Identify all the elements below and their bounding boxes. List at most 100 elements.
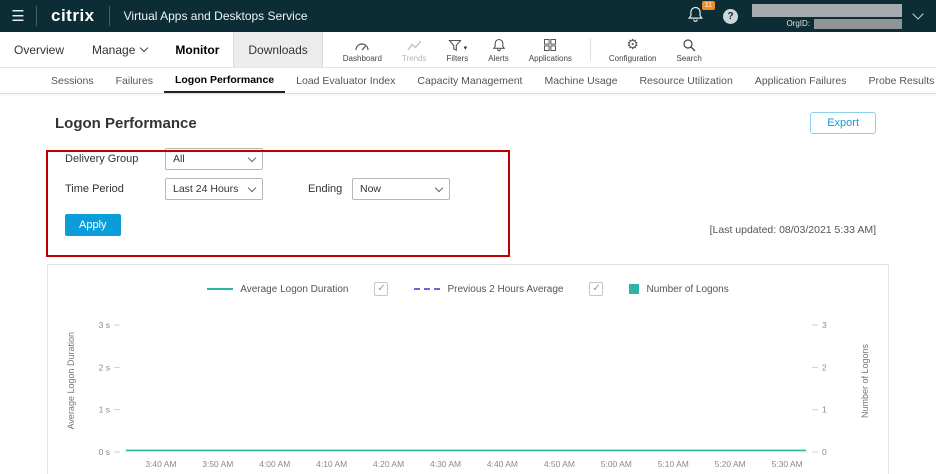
nav-tools: Dashboard Trends ▾ Filters Alerts [333,32,712,67]
chart-legend: Average Logon Duration ✓ Previous 2 Hour… [64,277,872,301]
hamburger-menu-icon[interactable]: ☰ [0,7,36,25]
chevron-down-icon[interactable] [912,8,923,19]
time-period-row: Time Period Last 24 Hours Ending Now [65,174,889,204]
nav-item-overview[interactable]: Overview [0,32,78,67]
chart-card: Average Logon Duration ✓ Previous 2 Hour… [47,264,889,474]
svg-text:4:00 AM: 4:00 AM [259,459,290,469]
tool-applications[interactable]: Applications [519,32,582,67]
subnav-item-machine-usage[interactable]: Machine Usage [533,68,628,93]
notifications-button[interactable]: 11 [687,5,713,27]
svg-text:4:40 AM: 4:40 AM [487,459,518,469]
time-period-value: Last 24 Hours [173,183,238,195]
svg-text:5:20 AM: 5:20 AM [715,459,746,469]
right-axis-title: Number of Logons [860,307,870,455]
svg-text:4:10 AM: 4:10 AM [316,459,347,469]
ending-label: Ending [308,183,352,195]
tool-configuration[interactable]: ⚙ Configuration [599,32,667,67]
svg-text:3 s: 3 s [99,320,110,330]
delivery-group-row: Delivery Group All [65,144,889,174]
legend-checkbox-average-logon-duration[interactable]: ✓ [374,282,388,296]
subnav-item-sessions[interactable]: Sessions [40,68,105,93]
chevron-down-icon [248,153,256,161]
subnav-item-capacity-management[interactable]: Capacity Management [406,68,533,93]
subnav-item-resource-utilization[interactable]: Resource Utilization [628,68,743,93]
tool-search[interactable]: Search [666,32,711,67]
alerts-bell-icon [492,37,506,52]
content: Logon Performance Export Delivery Group … [0,94,936,474]
nav-item-downloads[interactable]: Downloads [233,32,322,67]
chevron-down-icon [435,183,443,191]
ending-select[interactable]: Now [352,178,450,200]
svg-text:0: 0 [822,447,827,457]
chevron-down-icon [248,183,256,191]
teal-square-swatch [629,284,639,294]
org-id-row: OrgID: [752,19,902,29]
legend-item-previous-2-hours-average: Previous 2 Hours Average [414,284,563,295]
delivery-group-select[interactable]: All [165,148,263,170]
legend-item-average-logon-duration: Average Logon Duration [207,284,348,295]
nav-label: Monitor [175,43,219,57]
svg-text:4:30 AM: 4:30 AM [430,459,461,469]
legend-label: Number of Logons [646,284,728,295]
legend-label: Average Logon Duration [240,284,348,295]
time-period-label: Time Period [65,183,165,195]
svg-text:2 s: 2 s [99,362,110,372]
teal-line-swatch [207,288,233,290]
svg-text:3:50 AM: 3:50 AM [202,459,233,469]
svg-text:4:20 AM: 4:20 AM [373,459,404,469]
subnav-item-logon-performance[interactable]: Logon Performance [164,68,285,93]
nav-label: Downloads [248,43,307,57]
svg-text:2: 2 [822,362,827,372]
citrix-logo: citrix [37,6,109,26]
org-selector[interactable]: OrgID: [752,4,902,29]
legend-item-number-of-logons: Number of Logons [629,284,728,295]
nav-item-monitor[interactable]: Monitor [161,32,233,67]
tool-filters[interactable]: ▾ Filters [437,32,479,67]
filter-section: Delivery Group All Time Period Last 24 H… [47,144,889,262]
filters-icon: ▾ [448,37,468,52]
apply-button[interactable]: Apply [65,214,121,236]
subnav-item-load-evaluator-index[interactable]: Load Evaluator Index [285,68,406,93]
svg-text:5:10 AM: 5:10 AM [658,459,689,469]
export-button[interactable]: Export [810,112,876,134]
nav-label: Manage [92,43,135,57]
divider [590,38,591,61]
search-icon [682,37,696,52]
ending-value: Now [360,183,381,195]
help-icon[interactable]: ? [723,9,738,24]
subnav-item-failures[interactable]: Failures [105,68,164,93]
gear-icon: ⚙ [626,37,639,52]
delivery-group-value: All [173,153,185,165]
svg-text:0 s: 0 s [99,447,110,457]
notification-badge: 11 [702,1,715,10]
main-nav: Overview Manage Monitor Downloads Dashbo… [0,32,936,68]
subnav-item-application-failures[interactable]: Application Failures [744,68,858,93]
redacted-org-id [814,19,902,29]
subnav-item-probe-results[interactable]: Probe Results [857,68,936,93]
legend-label: Previous 2 Hours Average [447,284,563,295]
check-icon: ✓ [377,284,385,294]
svg-text:5:00 AM: 5:00 AM [601,459,632,469]
chevron-down-icon [140,44,148,52]
redacted-account-name [752,4,902,17]
tool-trends[interactable]: Trends [392,32,437,67]
svg-text:5:30 AM: 5:30 AM [772,459,803,469]
app-title: Virtual Apps and Desktops Service [110,9,322,23]
logon-performance-chart: Average Logon Duration Number of Logons … [64,307,872,474]
page-title: Logon Performance [55,115,197,132]
svg-text:3:40 AM: 3:40 AM [145,459,176,469]
chevron-down-icon: ▾ [464,44,468,52]
time-period-select[interactable]: Last 24 Hours [165,178,263,200]
dashboard-icon [354,37,370,52]
page: ☰ citrix Virtual Apps and Desktops Servi… [0,0,936,474]
check-icon: ✓ [592,284,600,294]
legend-checkbox-previous-2-hours-average[interactable]: ✓ [589,282,603,296]
svg-text:1: 1 [822,405,827,415]
tool-alerts[interactable]: Alerts [478,32,518,67]
top-bar: ☰ citrix Virtual Apps and Desktops Servi… [0,0,936,32]
tool-dashboard[interactable]: Dashboard [333,32,392,67]
sub-nav: Sessions Failures Logon Performance Load… [0,68,936,94]
svg-text:4:50 AM: 4:50 AM [544,459,575,469]
nav-item-manage[interactable]: Manage [78,32,161,67]
chart-plot: 0 s01 s12 s23 s33:40 AM3:50 AM4:00 AM4:1… [64,307,872,474]
